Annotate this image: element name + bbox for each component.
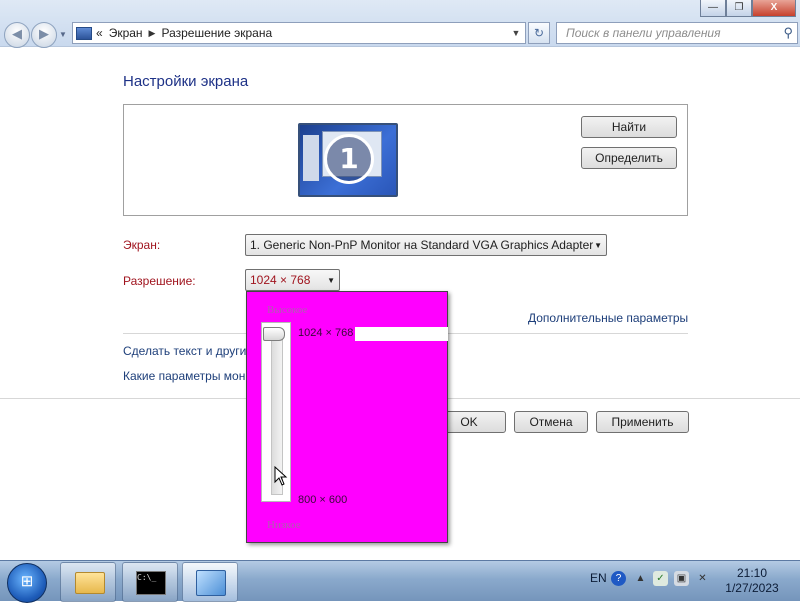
resolution-value: 1024 × 768: [250, 273, 311, 287]
network-icon[interactable]: ▣: [674, 571, 689, 586]
find-button[interactable]: Найти: [581, 116, 677, 138]
display-select[interactable]: 1. Generic Non-PnP Monitor на Standard V…: [245, 234, 607, 256]
address-prefix[interactable]: «: [96, 26, 103, 40]
folder-icon: [75, 572, 105, 594]
taskbar-command-prompt[interactable]: C:\_: [122, 562, 178, 602]
chevron-down-icon: ▼: [327, 275, 335, 285]
control-panel-icon: [196, 570, 226, 596]
show-hidden-icons-icon[interactable]: ▲: [633, 571, 648, 586]
monitor-preview-panel: 1 Найти Определить: [123, 104, 688, 216]
page-title: Настройки экрана: [123, 73, 249, 90]
close-button[interactable]: X: [752, 0, 796, 17]
cancel-button[interactable]: Отмена: [514, 411, 588, 433]
chevron-down-icon: ▼: [594, 240, 602, 250]
start-button[interactable]: ⊞: [7, 563, 47, 603]
language-indicator[interactable]: EN: [590, 571, 607, 585]
display-value: 1. Generic Non-PnP Monitor на Standard V…: [250, 238, 594, 252]
text-size-link[interactable]: Сделать текст и други: [123, 344, 246, 358]
control-panel-icon: [76, 26, 92, 40]
breadcrumb-separator-icon[interactable]: ▶: [149, 28, 156, 39]
resolution-select[interactable]: 1024 × 768 ▼: [245, 269, 340, 291]
title-and-address-bar: — ❐ X ◀ ▶ ▼ « Экран ▶ Разрешение экрана …: [0, 0, 800, 48]
option-800x600[interactable]: 800 × 600: [298, 494, 347, 506]
apply-button[interactable]: Применить: [596, 411, 689, 433]
monitor-number-badge: 1: [324, 134, 374, 184]
command-prompt-icon: C:\_: [136, 571, 166, 595]
selected-option-highlight: [355, 327, 448, 341]
address-dropdown-icon[interactable]: ▼: [507, 28, 525, 38]
back-button[interactable]: ◀: [4, 22, 30, 48]
windows-logo-icon: ⊞: [20, 573, 34, 590]
breadcrumb-display[interactable]: Экран: [109, 26, 143, 40]
taskbar: ⊞ C:\_ EN ? ▲ ✓ ▣ ✕ 21:10 1/27/2023: [0, 560, 800, 603]
window-controls: — ❐ X: [700, 0, 796, 17]
mouse-cursor-icon: [274, 466, 288, 486]
high-label: Высокое: [267, 304, 308, 316]
system-clock[interactable]: 21:10 1/27/2023: [716, 566, 788, 596]
option-1024x768[interactable]: 1024 × 768: [298, 327, 353, 339]
resolution-slider-popup: Высокое 1024 × 768 800 × 600 Низкое: [246, 291, 448, 543]
search-input[interactable]: Поиск в панели управления ⚲: [556, 22, 798, 44]
maximize-button[interactable]: ❐: [726, 0, 752, 17]
resolution-label: Разрешение:: [123, 274, 196, 288]
refresh-icon: ↻: [533, 26, 545, 40]
volume-muted-icon[interactable]: ✕: [695, 571, 710, 586]
search-placeholder: Поиск в панели управления: [566, 26, 721, 40]
forward-arrow-icon: ▶: [39, 26, 49, 41]
refresh-button[interactable]: ↻: [528, 22, 550, 44]
help-icon[interactable]: ?: [611, 571, 626, 586]
monitor-1-thumbnail[interactable]: 1: [298, 123, 398, 197]
minimize-button[interactable]: —: [700, 0, 726, 17]
display-label: Экран:: [123, 238, 161, 252]
clock-time: 21:10: [736, 566, 768, 580]
forward-button[interactable]: ▶: [31, 22, 57, 48]
advanced-settings-link[interactable]: Дополнительные параметры: [528, 311, 688, 325]
identify-button[interactable]: Определить: [581, 147, 677, 169]
slider-thumb[interactable]: [263, 327, 285, 341]
action-center-icon[interactable]: ✓: [653, 571, 668, 586]
taskbar-control-panel[interactable]: [182, 562, 238, 602]
taskbar-explorer[interactable]: [60, 562, 116, 602]
clock-date: 1/27/2023: [725, 581, 779, 595]
recent-pages-icon[interactable]: ▼: [59, 30, 67, 39]
low-label: Низкое: [267, 519, 301, 531]
search-icon[interactable]: ⚲: [783, 25, 793, 41]
address-bar[interactable]: « Экран ▶ Разрешение экрана ▼: [72, 22, 526, 44]
breadcrumb-resolution[interactable]: Разрешение экрана: [161, 26, 272, 40]
monitor-params-link[interactable]: Какие параметры мон: [123, 369, 245, 383]
back-arrow-icon: ◀: [12, 26, 22, 41]
